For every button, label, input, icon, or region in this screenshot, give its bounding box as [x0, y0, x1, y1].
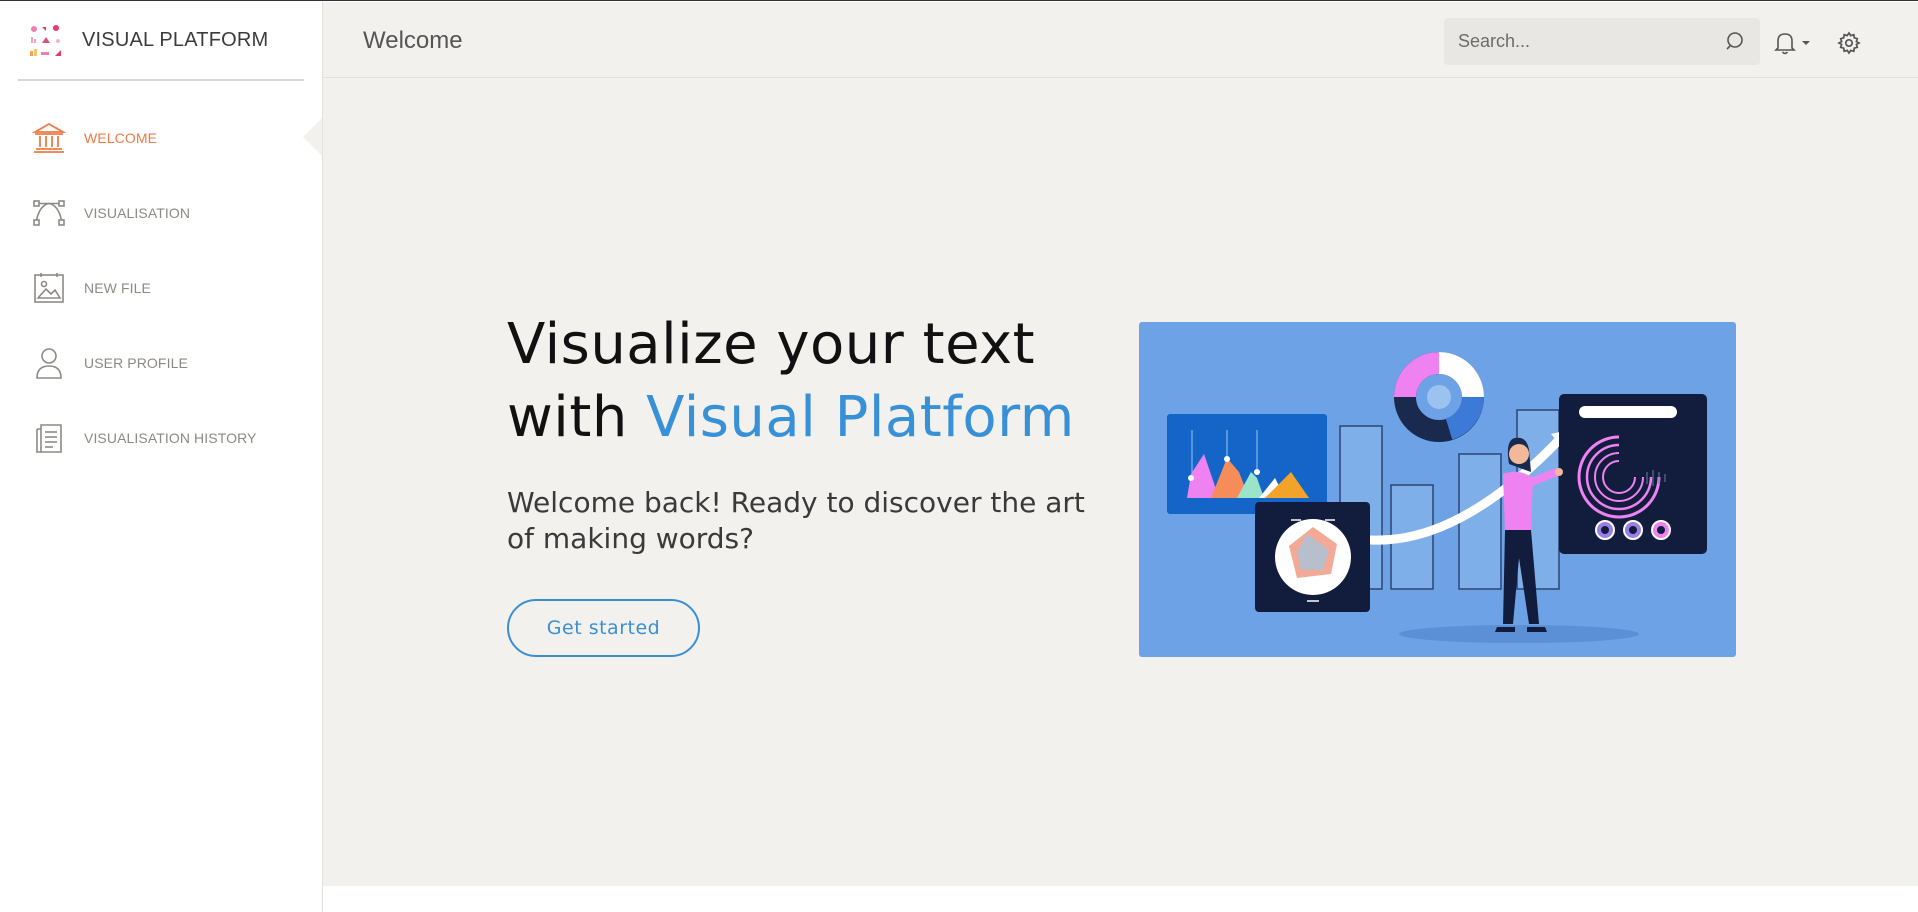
page-title: Welcome	[363, 27, 463, 54]
user-icon	[32, 346, 66, 380]
image-file-icon	[32, 271, 66, 305]
hero-title: Visualize your text with Visual Platform	[507, 308, 1075, 454]
main-content: Welcome Visualize your text with Visual …	[323, 2, 1918, 886]
gear-icon[interactable]	[1837, 31, 1861, 55]
hero-title-line2: with Visual Platform	[507, 381, 1075, 454]
sidebar-item-label: VISUALISATION	[84, 205, 191, 221]
bank-icon	[32, 121, 66, 155]
brand-name: VISUAL PLATFORM	[82, 29, 269, 51]
colorful-charts-logo-icon	[30, 24, 61, 56]
sidebar-item-label: WELCOME	[84, 130, 158, 146]
search-input[interactable]	[1458, 31, 1718, 52]
notifications-button[interactable]	[1774, 30, 1816, 56]
footer-strip	[323, 886, 1918, 912]
sidebar-item-welcome[interactable]: WELCOME	[0, 113, 322, 163]
top-bar: Welcome	[323, 2, 1918, 78]
sidebar-item-label: NEW FILE	[84, 280, 151, 296]
chevron-down-icon	[1802, 41, 1810, 45]
sidebar-item-visualisation[interactable]: VISUALISATION	[0, 188, 322, 238]
bezier-curve-icon	[32, 196, 66, 230]
hero-title-accent: Visual Platform	[646, 385, 1075, 450]
active-indicator	[303, 118, 322, 156]
hero-title-line1: Visualize your text	[507, 312, 1036, 377]
sidebar-item-label: USER PROFILE	[84, 355, 188, 371]
get-started-button[interactable]: Get started	[507, 599, 700, 657]
brand[interactable]: VISUAL PLATFORM	[18, 2, 304, 81]
search-box[interactable]	[1444, 18, 1760, 65]
sidebar-item-label: VISUALISATION HISTORY	[84, 430, 257, 446]
sidebar: VISUAL PLATFORM WELCOME VISUALISATION NE…	[0, 2, 323, 912]
bell-icon	[1774, 33, 1796, 55]
sidebar-item-new-file[interactable]: NEW FILE	[0, 263, 322, 313]
hero-title-prefix: with	[507, 385, 647, 450]
sidebar-item-visualisation-history[interactable]: VISUALISATION HISTORY	[0, 413, 322, 463]
hero-subtitle: Welcome back! Ready to discover the art …	[507, 486, 1085, 555]
data-analytics-dashboard-illustration	[1139, 322, 1736, 657]
search-icon[interactable]	[1724, 30, 1746, 52]
sidebar-item-user-profile[interactable]: USER PROFILE	[0, 338, 322, 388]
document-list-icon	[32, 421, 66, 455]
